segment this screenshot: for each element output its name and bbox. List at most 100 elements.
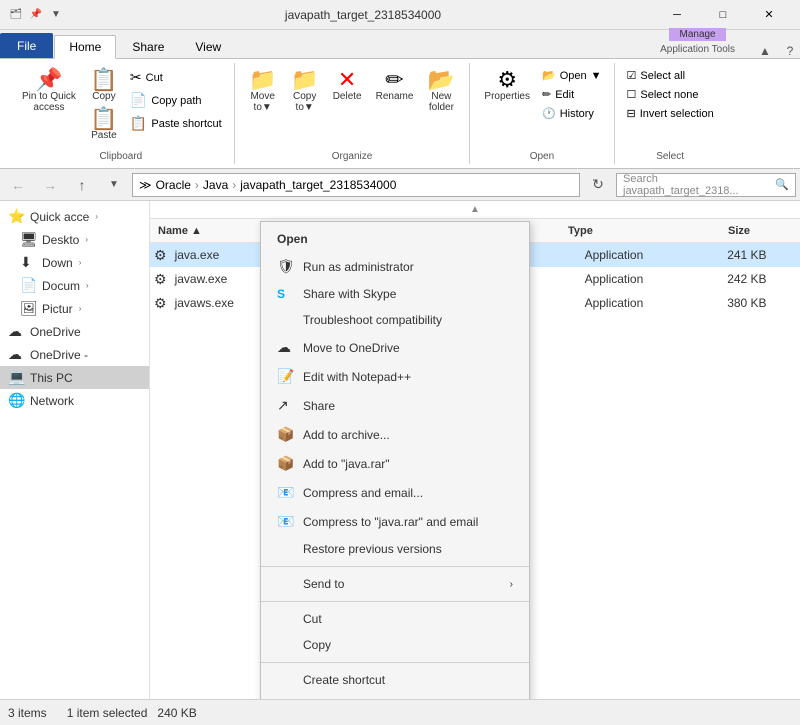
ctx-open[interactable]: Open bbox=[261, 226, 529, 252]
copy-path-button[interactable]: 📄 Copy path bbox=[126, 90, 226, 111]
ctx-add-java-rar[interactable]: 📦 Add to "java.rar" bbox=[261, 449, 529, 478]
manage-tab[interactable]: Manage bbox=[669, 28, 725, 41]
forward-button[interactable]: → bbox=[36, 172, 64, 198]
select-none-icon: ☐ bbox=[627, 88, 637, 101]
ctx-move-onedrive[interactable]: ☁ Move to OneDrive bbox=[261, 333, 529, 362]
copy-button[interactable]: 📋 Copy bbox=[84, 67, 124, 104]
col-type[interactable]: Type bbox=[564, 225, 674, 237]
ctx-share[interactable]: ↗ Share bbox=[261, 391, 529, 420]
ctx-sep3 bbox=[261, 662, 529, 663]
sidebar-label-quick-access: Quick acce bbox=[30, 210, 89, 224]
breadcrumb-java[interactable]: Java bbox=[203, 178, 228, 192]
sidebar-item-desktop[interactable]: 🖥 Deskto › bbox=[0, 228, 149, 251]
refresh-button[interactable]: ↻ bbox=[584, 172, 612, 198]
copy-to-button[interactable]: 📁 Copyto▼ bbox=[285, 67, 325, 115]
rename-button[interactable]: ✏ Rename bbox=[370, 67, 420, 104]
history-button[interactable]: 🕐 History bbox=[538, 105, 606, 122]
paste-button[interactable]: 📋 Paste bbox=[84, 106, 124, 143]
paste-shortcut-button[interactable]: 📋 Paste shortcut bbox=[126, 113, 226, 134]
sidebar-label-desktop: Deskto bbox=[42, 233, 79, 247]
ctx-restore-versions[interactable]: Restore previous versions bbox=[261, 536, 529, 562]
breadcrumb-target[interactable]: javapath_target_2318534000 bbox=[240, 178, 396, 192]
ctx-troubleshoot[interactable]: Troubleshoot compatibility bbox=[261, 307, 529, 333]
ctx-compress-email-label: Compress and email... bbox=[303, 486, 423, 500]
file-list: ▲ Name ▲ Date modified Type Size ⚙ java.… bbox=[150, 201, 800, 699]
sidebar-arrow-desktop: › bbox=[85, 235, 88, 244]
ribbon-collapse-icon[interactable]: ▲ bbox=[759, 44, 771, 58]
context-menu: Open 🛡 Run as administrator S Share with… bbox=[260, 221, 530, 699]
sidebar-item-documents[interactable]: 📄 Docum › bbox=[0, 274, 149, 297]
new-folder-icon: 📂 bbox=[428, 69, 455, 91]
window-title: javapath_target_2318534000 bbox=[72, 8, 654, 22]
tab-home[interactable]: Home bbox=[54, 35, 116, 59]
documents-icon: 📄 bbox=[20, 277, 36, 294]
ctx-share-skype[interactable]: S Share with Skype bbox=[261, 281, 529, 307]
ctx-send-to[interactable]: Send to › bbox=[261, 571, 529, 597]
tab-share[interactable]: Share bbox=[117, 35, 179, 58]
ctx-edit-notepad[interactable]: 📝 Edit with Notepad++ bbox=[261, 362, 529, 391]
minimize-button[interactable]: ─ bbox=[654, 0, 700, 30]
tab-file[interactable]: File bbox=[0, 33, 53, 58]
paste-icon: 📋 bbox=[90, 108, 117, 130]
search-icon[interactable]: 🔍 bbox=[775, 178, 789, 191]
ctx-compress-java-email[interactable]: 📧 Compress to "java.rar" and email bbox=[261, 507, 529, 536]
back-button[interactable]: ← bbox=[4, 172, 32, 198]
search-bar[interactable]: Search javapath_target_2318... 🔍 bbox=[616, 173, 796, 197]
move-to-button[interactable]: 📁 Moveto▼ bbox=[243, 67, 283, 115]
ctx-compress-email[interactable]: 📧 Compress and email... bbox=[261, 478, 529, 507]
copy-icon: 📋 bbox=[90, 69, 117, 91]
ctx-create-shortcut[interactable]: Create shortcut bbox=[261, 667, 529, 693]
file-size-java: 241 KB bbox=[691, 248, 771, 262]
recent-locations-button[interactable]: ▼ bbox=[100, 172, 128, 198]
new-folder-button[interactable]: 📂 Newfolder bbox=[421, 67, 461, 115]
help-icon[interactable]: ? bbox=[787, 44, 794, 58]
select-none-button[interactable]: ☐ Select none bbox=[623, 86, 718, 103]
ctx-add-archive[interactable]: 📦 Add to archive... bbox=[261, 420, 529, 449]
ctx-run-admin[interactable]: 🛡 Run as administrator bbox=[261, 252, 529, 281]
pin-quick-access-button[interactable]: 📌 Pin to Quickaccess bbox=[16, 67, 82, 115]
maximize-button[interactable]: □ bbox=[700, 0, 746, 30]
open-button[interactable]: 📂 Open ▼ bbox=[538, 67, 606, 84]
breadcrumb-oracle[interactable]: Oracle bbox=[156, 178, 191, 192]
tab-view[interactable]: View bbox=[180, 35, 236, 58]
select-all-button[interactable]: ☑ Select all bbox=[623, 67, 718, 84]
open-icon: 📂 bbox=[542, 69, 556, 82]
sidebar-item-this-pc[interactable]: 💻 This PC bbox=[0, 366, 149, 389]
invert-selection-button[interactable]: ⊟ Invert selection bbox=[623, 105, 718, 122]
sidebar-item-network[interactable]: 🌐 Network bbox=[0, 389, 149, 412]
sidebar-item-quick-access[interactable]: ⭐ Quick acce › bbox=[0, 205, 149, 228]
ctx-create-shortcut-label: Create shortcut bbox=[303, 673, 385, 687]
window-controls: ─ □ ✕ bbox=[654, 0, 792, 30]
sidebar-item-onedrive2[interactable]: ☁ OneDrive - bbox=[0, 343, 149, 366]
properties-button[interactable]: ⚙ Properties bbox=[478, 67, 536, 104]
ctx-share-label: Share bbox=[303, 399, 335, 413]
ctx-cut[interactable]: Cut bbox=[261, 606, 529, 632]
delete-button[interactable]: ✕ Delete bbox=[327, 67, 368, 104]
ctx-edit-notepad-label: Edit with Notepad++ bbox=[303, 370, 411, 384]
col-size[interactable]: Size bbox=[674, 225, 754, 237]
sidebar-item-downloads[interactable]: ⬇ Down › bbox=[0, 251, 149, 274]
ctx-run-admin-label: Run as administrator bbox=[303, 260, 414, 274]
application-tools-tab[interactable]: Application Tools bbox=[653, 41, 742, 58]
ctx-delete[interactable]: 🛡 Delete bbox=[261, 693, 529, 699]
ctx-open-label: Open bbox=[277, 232, 308, 246]
item-count: 3 items bbox=[8, 706, 47, 720]
clipboard-label: Clipboard bbox=[99, 149, 142, 164]
title-bar-icons: 🗂 📌 ▼ bbox=[8, 7, 64, 23]
breadcrumb[interactable]: ≫ Oracle › Java › javapath_target_231853… bbox=[132, 173, 580, 197]
cut-button[interactable]: ✂ Cut bbox=[126, 67, 226, 88]
open-label: Open bbox=[530, 149, 554, 164]
ctx-email-icon: 📧 bbox=[277, 484, 295, 501]
organize-group: 📁 Moveto▼ 📁 Copyto▼ ✕ Delete ✏ Rename 📂 bbox=[235, 63, 471, 164]
up-button[interactable]: ↑ bbox=[68, 172, 96, 198]
pin-icon: 📌 bbox=[35, 69, 62, 91]
ctx-compress-java-email-label: Compress to "java.rar" and email bbox=[303, 515, 478, 529]
organize-items: 📁 Moveto▼ 📁 Copyto▼ ✕ Delete ✏ Rename 📂 bbox=[243, 63, 462, 147]
edit-button[interactable]: ✏ Edit bbox=[538, 86, 606, 103]
sidebar-item-onedrive[interactable]: ☁ OneDrive bbox=[0, 320, 149, 343]
ctx-copy[interactable]: Copy bbox=[261, 632, 529, 658]
select-group: ☑ Select all ☐ Select none ⊟ Invert sele… bbox=[615, 63, 726, 164]
down-arrow-icon: ▼ bbox=[48, 7, 64, 23]
sidebar-item-pictures[interactable]: 🖼 Pictur › bbox=[0, 297, 149, 320]
close-button[interactable]: ✕ bbox=[746, 0, 792, 30]
